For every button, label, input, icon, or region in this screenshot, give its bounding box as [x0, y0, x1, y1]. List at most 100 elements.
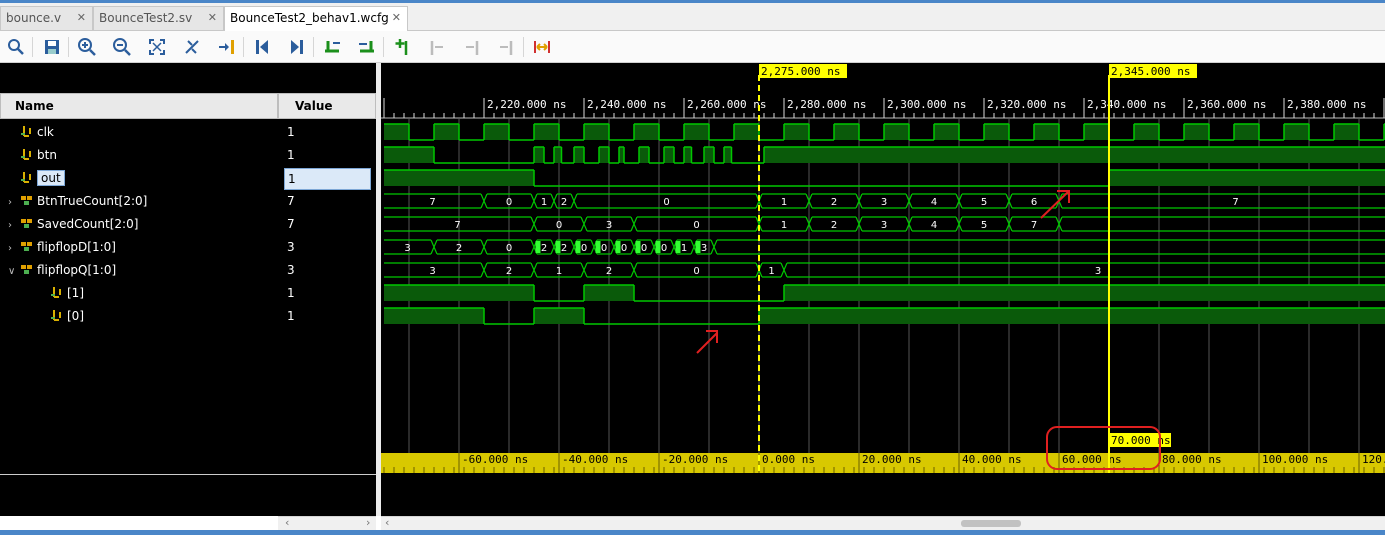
- add-marker-icon[interactable]: [392, 37, 412, 57]
- bus-value-label: 3: [404, 243, 410, 254]
- signal-name: SavedCount[2:0]: [37, 217, 139, 231]
- bus-value-label: 3: [701, 243, 707, 254]
- wave-high-fill: [384, 170, 534, 186]
- bus-transition: [480, 193, 488, 209]
- next-marker-icon: [462, 37, 482, 57]
- signal-name: BtnTrueCount[2:0]: [37, 194, 148, 208]
- zoom-fit-icon[interactable]: [147, 37, 167, 57]
- scroll-right-icon[interactable]: ›: [366, 516, 370, 529]
- bus-signal-icon: [20, 240, 37, 254]
- bus-value-label: 6: [1031, 197, 1037, 208]
- wave-high-fill: [599, 147, 609, 163]
- zoom-out-icon[interactable]: [112, 37, 132, 57]
- time-tick-label: 2,220.000 ns: [487, 98, 566, 111]
- editor-tab-bar: bounce.v ✕ BounceTest2.sv ✕ BounceTest2_…: [0, 3, 1385, 31]
- glitch-highlight: [595, 241, 601, 253]
- wave-high-fill: [684, 124, 709, 140]
- search-icon[interactable]: [6, 37, 26, 57]
- wave-high-fill: [384, 308, 484, 324]
- name-column-header[interactable]: Name: [0, 93, 278, 119]
- bus-value-label: 2: [561, 243, 567, 254]
- time-tick-label: 2,360.000 ns: [1187, 98, 1266, 111]
- time-tick-label: 2,340.000 ns: [1087, 98, 1166, 111]
- wave-high-fill: [934, 124, 959, 140]
- bus-value-label: 0: [601, 243, 607, 254]
- signal-row[interactable]: › flipflopD[1:0]: [0, 236, 116, 258]
- relative-tick-label: -60.000 ns: [462, 453, 528, 466]
- signal-row[interactable]: clk: [0, 121, 54, 143]
- chevron-right-icon[interactable]: ›: [8, 215, 20, 237]
- bus-value-label: 2: [831, 220, 837, 231]
- time-tick-label: 2,320.000 ns: [987, 98, 1066, 111]
- relative-tick-label: 80.000 ns: [1162, 453, 1222, 466]
- bus-transition: [550, 193, 558, 209]
- relative-tick-label: 40.000 ns: [962, 453, 1022, 466]
- waveform-canvas[interactable]: 2,220.000 ns 2,240.000 ns 2,260.000 ns 2,28…: [381, 63, 1385, 516]
- signal-name: clk: [37, 125, 54, 139]
- wave-high-fill: [1134, 124, 1159, 140]
- bus-value-label: 7: [1232, 197, 1238, 208]
- cursor-to-zero-icon[interactable]: [182, 37, 202, 57]
- wave-high-fill: [784, 124, 809, 140]
- signal-row[interactable]: out: [0, 167, 65, 189]
- signal-name: [0]: [67, 309, 84, 323]
- time-tick-label: 2,240.000 ns: [587, 98, 666, 111]
- bus-value-label: 2: [606, 266, 612, 277]
- signal-row[interactable]: [1]: [0, 282, 84, 304]
- bus-value-label: 2: [456, 243, 462, 254]
- bus-value-label: 2: [831, 197, 837, 208]
- chevron-down-icon[interactable]: ∨: [8, 261, 20, 283]
- close-icon[interactable]: ✕: [77, 7, 86, 29]
- bus-value-label: 2: [561, 197, 567, 208]
- bus-value-label: 2: [541, 243, 547, 254]
- wave-high-fill: [664, 147, 674, 163]
- wave-high-fill: [724, 147, 732, 163]
- snap-to-transition-icon[interactable]: [357, 37, 377, 57]
- value-column-header[interactable]: Value: [278, 93, 376, 119]
- scrollbar-thumb[interactable]: [961, 520, 1021, 527]
- bus-value-label: 1: [556, 266, 562, 277]
- signal-row[interactable]: ∨ flipflopQ[1:0]: [0, 259, 116, 281]
- chevron-right-icon[interactable]: ›: [8, 192, 20, 214]
- chevron-right-icon[interactable]: ›: [8, 238, 20, 260]
- bus-value-label: 1: [781, 220, 787, 231]
- scroll-left-icon[interactable]: ‹: [285, 516, 289, 529]
- wave-high-fill: [584, 285, 634, 301]
- value-scrollbar[interactable]: ‹ ›: [278, 516, 376, 530]
- annotation-arrow-icon: [696, 330, 718, 354]
- expansion-icon[interactable]: [532, 37, 552, 57]
- signal-value: 7: [287, 217, 295, 231]
- signal-value: 1: [287, 309, 295, 323]
- bus-transition: [780, 262, 788, 278]
- bus-value-label: 4: [931, 197, 937, 208]
- signal-row[interactable]: › BtnTrueCount[2:0]: [0, 190, 147, 212]
- tab-bounce-v[interactable]: bounce.v ✕: [0, 6, 93, 30]
- bus-value-label: 0: [693, 220, 699, 231]
- bus-value-label: 5: [981, 197, 987, 208]
- signal-row[interactable]: › SavedCount[2:0]: [0, 213, 138, 235]
- signal-row[interactable]: [0]: [0, 305, 84, 327]
- wave-horizontal-scrollbar[interactable]: ‹: [381, 516, 1385, 530]
- bus-value-label: 0: [661, 243, 667, 254]
- previous-transition-icon[interactable]: [252, 37, 272, 57]
- save-icon[interactable]: [42, 37, 62, 57]
- go-to-time-zero-icon[interactable]: [217, 37, 237, 57]
- bus-value-label: 0: [641, 243, 647, 254]
- glitch-highlight: [535, 241, 541, 253]
- scroll-left-icon[interactable]: ‹: [385, 516, 389, 529]
- wave-high-fill: [1034, 124, 1059, 140]
- bus-value-label: 0: [506, 243, 512, 254]
- signal-row[interactable]: btn: [0, 144, 57, 166]
- wave-high-fill: [384, 285, 534, 301]
- zoom-in-icon[interactable]: [77, 37, 97, 57]
- tab-bouncetest2-behav1-wcfg[interactable]: BounceTest2_behav1.wcfg ✕: [224, 6, 408, 31]
- tab-bouncetest2-sv[interactable]: BounceTest2.sv ✕: [93, 6, 224, 30]
- close-icon[interactable]: ✕: [392, 7, 401, 29]
- close-icon[interactable]: ✕: [208, 7, 217, 29]
- next-transition-icon[interactable]: [287, 37, 307, 57]
- relative-tick-label: 60.000 ns: [1062, 453, 1122, 466]
- bus-value-label: 7: [1031, 220, 1037, 231]
- relative-tick-label: 120.000 ns: [1362, 453, 1385, 466]
- signal-name: btn: [37, 148, 57, 162]
- swap-cursors-icon[interactable]: [322, 37, 342, 57]
